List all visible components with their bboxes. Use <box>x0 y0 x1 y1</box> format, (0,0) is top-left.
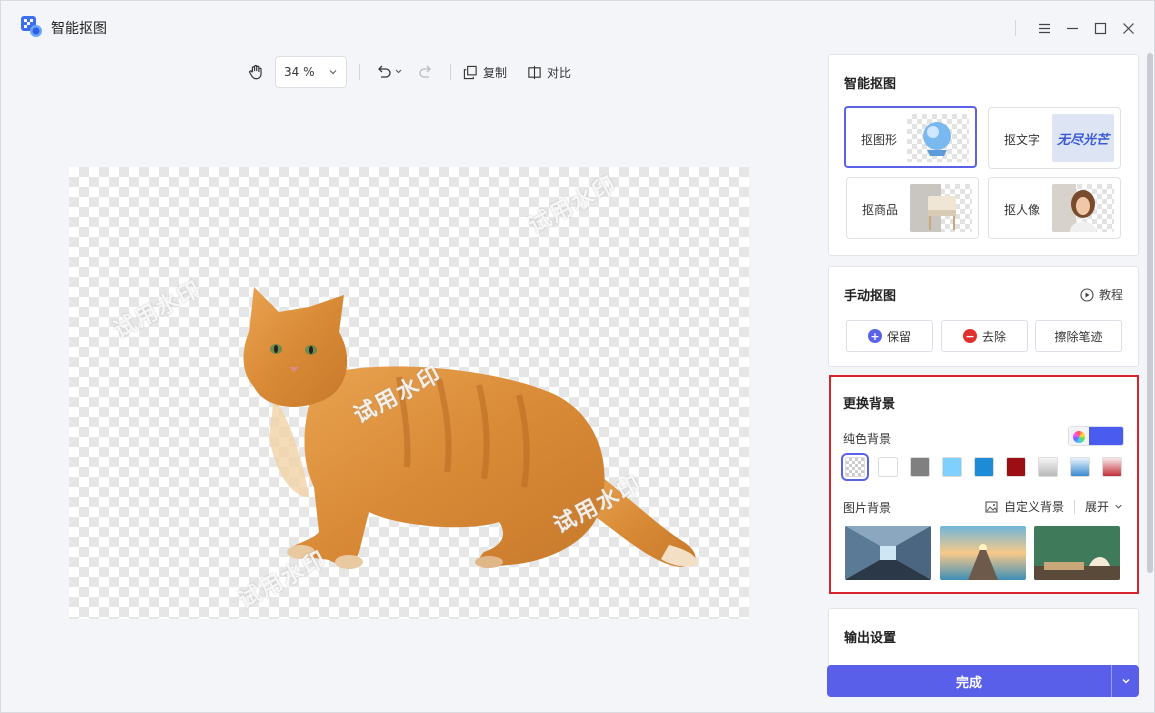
app-logo-icon <box>21 16 43 38</box>
keep-button[interactable]: + 保留 <box>846 320 933 352</box>
copy-icon <box>463 65 477 79</box>
canvas-toolbar: 34 % 复制 对比 <box>245 56 571 88</box>
output-settings-title: 输出设置 <box>844 631 897 646</box>
remove-button[interactable]: − 去除 <box>941 320 1028 352</box>
mode-card-portrait[interactable]: 抠人像 <box>988 177 1121 239</box>
mode-label: 抠人像 <box>1004 203 1041 217</box>
mode-card-shape[interactable]: 抠图形 <box>844 106 977 168</box>
mode-label: 抠商品 <box>862 203 899 217</box>
mode-thumb-product <box>910 184 972 232</box>
compare-button[interactable]: 对比 <box>527 64 571 81</box>
panel-scrollbar[interactable] <box>1147 53 1153 573</box>
chevron-down-icon <box>1122 679 1129 684</box>
title-bar: 智能抠图 <box>1 1 1154 53</box>
redo-icon[interactable] <box>416 61 438 83</box>
manual-cutout-title: 手动抠图 <box>844 289 897 304</box>
zoom-select[interactable]: 34 % <box>275 56 347 88</box>
change-bg-highlight <box>829 375 1139 594</box>
done-dropdown-button[interactable] <box>1111 665 1139 697</box>
mode-thumb-portrait <box>1052 184 1114 232</box>
mode-thumb-shape <box>907 114 969 162</box>
smart-cutout-title: 智能抠图 <box>844 77 897 92</box>
close-icon[interactable] <box>1114 17 1142 39</box>
tutorial-link[interactable]: 教程 <box>1080 286 1123 303</box>
window-controls <box>1015 17 1142 39</box>
done-button[interactable]: 完成 <box>827 665 1139 697</box>
undo-icon[interactable] <box>372 61 406 83</box>
app-title: 智能抠图 <box>51 21 107 37</box>
copy-label: 复制 <box>483 65 508 80</box>
mode-label: 抠图形 <box>861 133 898 147</box>
menu-icon[interactable] <box>1030 17 1058 39</box>
divider <box>1015 20 1016 36</box>
app-window: 智能抠图 34 % 复制 对比 试用水印 试用水印 试用水印 试用水印 试用水印… <box>0 0 1155 713</box>
compare-icon <box>528 65 541 79</box>
hand-icon[interactable] <box>245 61 267 83</box>
mode-thumb-text-label: 无尽光芒 <box>1056 132 1109 148</box>
keep-label: 保留 <box>886 329 911 344</box>
tutorial-label: 教程 <box>1098 288 1123 302</box>
erase-button[interactable]: 擦除笔迹 <box>1035 320 1122 352</box>
chevron-down-icon <box>329 70 337 75</box>
minus-icon: − <box>962 329 977 343</box>
mode-card-product[interactable]: 抠商品 <box>846 177 979 239</box>
zoom-value: 34 % <box>284 65 315 79</box>
image-canvas[interactable]: 试用水印 试用水印 试用水印 试用水印 试用水印 <box>69 167 749 619</box>
compare-label: 对比 <box>547 65 572 80</box>
plus-icon: + <box>867 329 882 343</box>
erase-label: 擦除笔迹 <box>1054 329 1103 344</box>
mode-label: 抠文字 <box>1004 133 1041 147</box>
manual-cutout-panel: 手动抠图 教程 + 保留 − 去除 擦除笔迹 <box>828 266 1139 367</box>
copy-button[interactable]: 复制 <box>463 64 507 81</box>
play-circle-icon <box>1080 287 1094 302</box>
divider <box>450 64 451 80</box>
mode-card-text[interactable]: 抠文字 无尽光芒 <box>988 107 1121 169</box>
mode-thumb-text: 无尽光芒 <box>1052 114 1114 162</box>
divider <box>359 64 360 80</box>
remove-label: 去除 <box>981 329 1006 344</box>
output-settings-panel: 输出设置 <box>828 608 1139 668</box>
done-label: 完成 <box>955 675 982 691</box>
minimize-icon[interactable] <box>1058 17 1086 39</box>
smart-cutout-panel: 智能抠图 抠图形 抠文字 无尽光芒 抠商品 抠人像 <box>828 54 1139 256</box>
maximize-icon[interactable] <box>1086 17 1114 39</box>
